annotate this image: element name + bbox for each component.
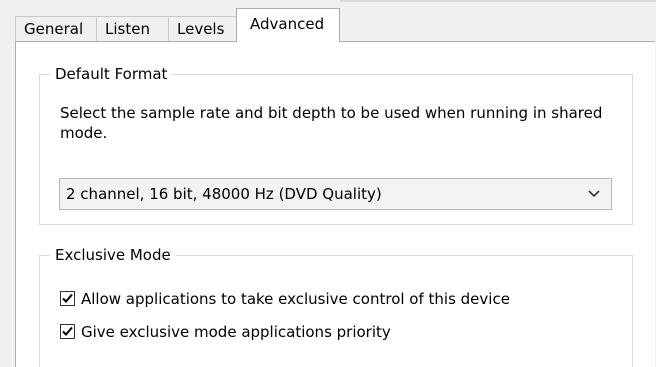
tab-advanced[interactable]: Advanced	[236, 8, 340, 42]
dialog-top-edge	[0, 0, 656, 8]
tab-listen[interactable]: Listen	[96, 16, 169, 42]
chevron-down-icon	[587, 179, 601, 209]
exclusive-mode-group: Exclusive Mode Allow applications to tak…	[39, 246, 633, 367]
sound-properties-dialog: General Listen Levels Advanced Default F…	[0, 0, 656, 367]
default-format-dropdown[interactable]: 2 channel, 16 bit, 48000 Hz (DVD Quality…	[59, 178, 612, 210]
default-format-description: Select the sample rate and bit depth to …	[60, 104, 603, 142]
exclusive-priority-label: Give exclusive mode applications priorit…	[81, 323, 391, 341]
checkmark-icon	[62, 293, 73, 303]
allow-exclusive-control-label: Allow applications to take exclusive con…	[81, 290, 510, 308]
default-format-selected-value: 2 channel, 16 bit, 48000 Hz (DVD Quality…	[66, 185, 382, 203]
tab-general[interactable]: General	[15, 16, 97, 42]
top-accent-line	[340, 0, 656, 2]
default-format-group: Default Format Select the sample rate an…	[39, 65, 633, 225]
checkmark-icon	[62, 326, 73, 336]
advanced-tab-panel: Default Format Select the sample rate an…	[15, 41, 655, 367]
tab-levels[interactable]: Levels	[168, 16, 238, 42]
exclusive-mode-title: Exclusive Mode	[50, 246, 176, 264]
default-format-title: Default Format	[50, 65, 173, 83]
allow-exclusive-control-checkbox[interactable]	[60, 291, 75, 306]
exclusive-priority-checkbox[interactable]	[60, 324, 75, 339]
